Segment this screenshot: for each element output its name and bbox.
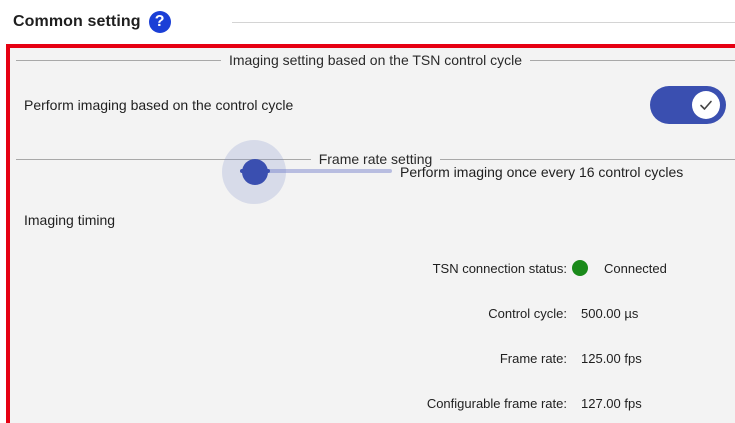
divider-line-right [530, 59, 735, 61]
imaging-timing-label: Imaging timing [24, 212, 116, 228]
configurable-frame-rate-value: 127.00 fps [581, 396, 642, 411]
divider-line-left [16, 59, 221, 61]
help-icon[interactable]: ? [148, 11, 171, 33]
divider-line-right [440, 158, 735, 160]
imaging-section-divider: Imaging setting based on the TSN control… [16, 52, 735, 68]
frame-rate-value: 125.00 fps [581, 351, 642, 366]
configurable-frame-rate-key: Configurable frame rate: [426, 396, 567, 411]
slider-thumb[interactable] [242, 159, 268, 185]
control-cycle-key: Control cycle: [488, 306, 567, 321]
common-setting-panel: Imaging setting based on the TSN control… [6, 44, 735, 423]
group-header-divider [232, 22, 735, 23]
toggle-knob [692, 91, 720, 119]
status-dot-icon [572, 260, 588, 276]
group-title: Common setting [13, 13, 141, 30]
check-icon [700, 100, 712, 110]
imaging-control-cycle-toggle[interactable] [650, 86, 726, 124]
group-header: Common setting ? [8, 4, 171, 40]
tsn-status-value: Connected [604, 261, 667, 276]
control-cycle-value: 500.00 µs [581, 306, 639, 321]
settings-window: Common setting ? Imaging setting based o… [0, 0, 735, 423]
imaging-section-caption: Imaging setting based on the TSN control… [228, 52, 523, 68]
imaging-timing-value: Perform imaging once every 16 control cy… [400, 164, 684, 180]
imaging-toggle-label: Perform imaging based on the control cyc… [24, 97, 294, 113]
tsn-status-key: TSN connection status: [432, 261, 567, 276]
frame-rate-key: Frame rate: [499, 351, 567, 366]
imaging-timing-slider[interactable] [222, 140, 392, 204]
